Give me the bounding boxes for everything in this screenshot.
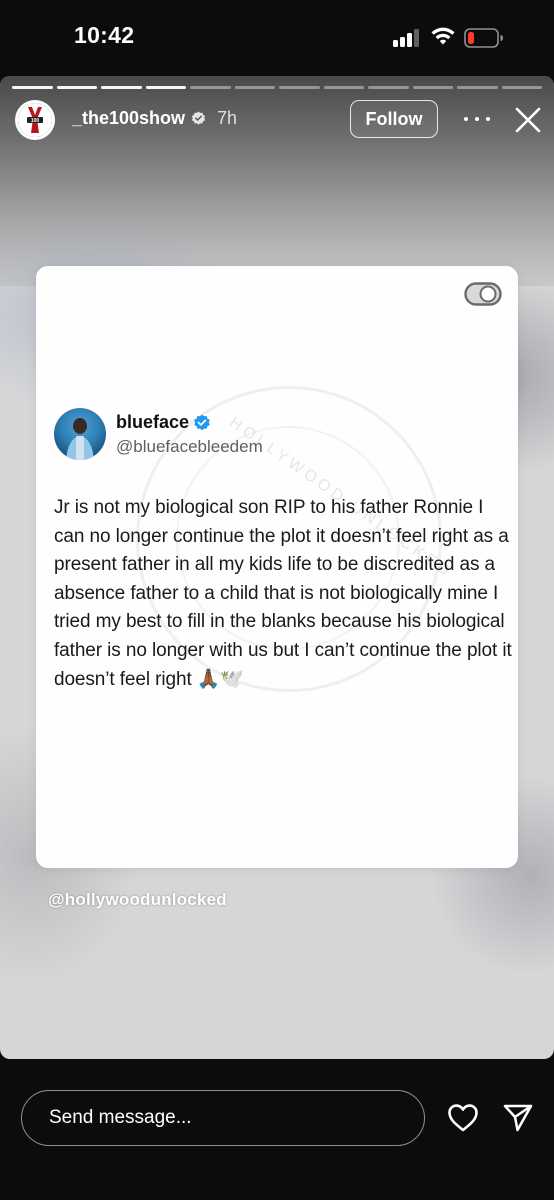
send-message-input[interactable]: Send message... [21, 1090, 425, 1146]
story-progress-segment [412, 86, 453, 89]
story-header: 100 _the100show 7h Follow [0, 98, 554, 148]
story-viewer[interactable]: 100 _the100show 7h Follow HOLLYWOOD UNLO… [0, 76, 554, 1059]
status-time: 10:42 [74, 22, 135, 48]
story-timestamp: 7h [217, 108, 238, 128]
story-progress-segment [501, 86, 542, 89]
more-horizontal-icon[interactable] [464, 108, 490, 130]
story-progress-segment [457, 86, 498, 89]
tweet-card: HOLLYWOOD UNLOCKED blueface @bluefaceble… [36, 266, 518, 868]
status-bar: 10:42 [0, 0, 554, 76]
story-progress-segment [12, 86, 53, 89]
close-icon[interactable] [514, 106, 542, 134]
send-icon[interactable] [502, 1102, 534, 1134]
credit-mention[interactable]: @hollywoodunlocked [48, 890, 227, 910]
cellular-signal-icon [393, 29, 423, 47]
svg-text:100: 100 [31, 118, 40, 124]
heart-icon[interactable] [447, 1103, 479, 1133]
tweet-author-name: blueface [116, 412, 190, 432]
story-username[interactable]: _the100show [72, 108, 185, 129]
battery-icon [464, 28, 503, 48]
story-progress-segment [101, 86, 142, 89]
tweet-author-handle: @bluefacebleedem [116, 437, 263, 456]
story-progress-bar [12, 86, 542, 89]
tweet-text: Jr is not my biological son RIP to his f… [54, 497, 512, 690]
avatar[interactable]: 100 [15, 100, 55, 140]
wifi-icon [431, 27, 455, 45]
story-progress-segment [279, 86, 320, 89]
tweet-author-avatar [54, 408, 106, 460]
story-progress-segment [234, 86, 275, 89]
story-progress-segment [145, 86, 186, 89]
story-progress-segment [190, 86, 231, 89]
story-progress-segment [368, 86, 409, 89]
toggle-icon [464, 282, 502, 306]
follow-button[interactable]: Follow [350, 100, 438, 138]
verified-badge-icon [191, 111, 206, 125]
story-progress-segment [323, 86, 364, 89]
story-progress-segment [56, 86, 97, 89]
verified-badge-icon [194, 414, 210, 431]
reply-bar: Send message... [0, 1060, 554, 1200]
